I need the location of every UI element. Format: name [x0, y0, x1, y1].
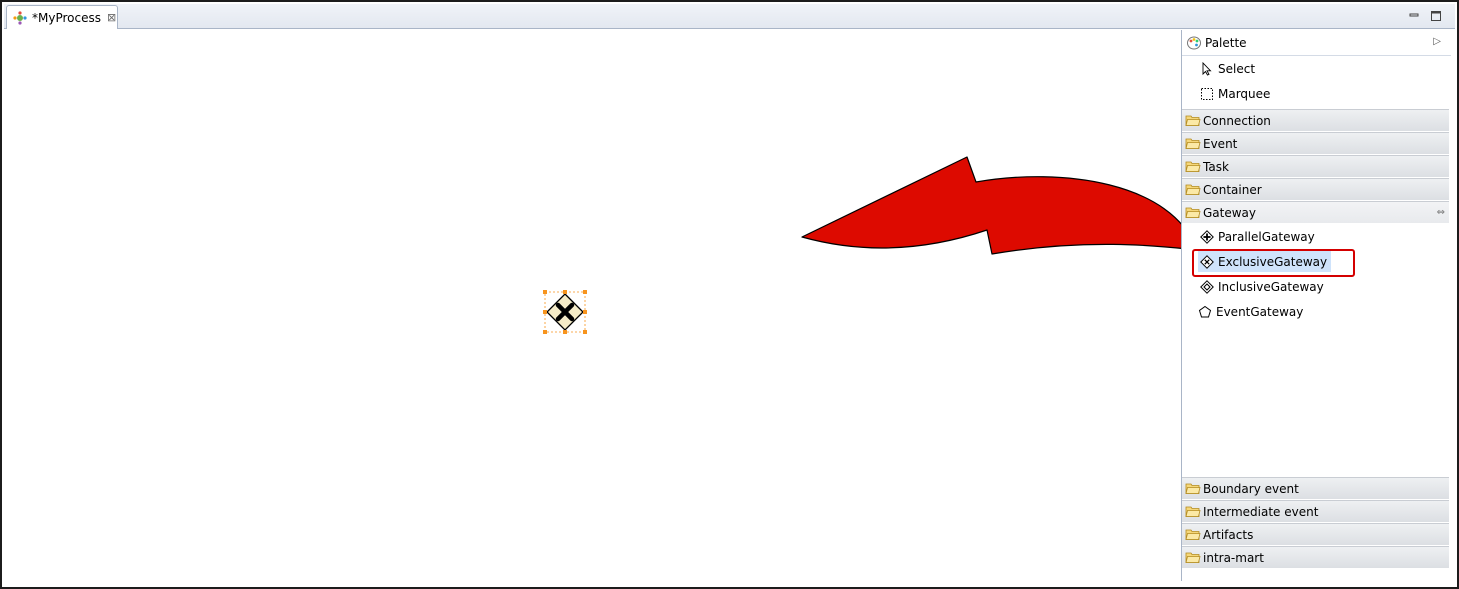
- entry-label: InclusiveGateway: [1218, 279, 1324, 294]
- drawer-gateway[interactable]: Gateway ⇔: [1182, 201, 1449, 224]
- parallel-gateway-icon: [1200, 229, 1214, 244]
- tab-label: *MyProcess: [32, 10, 101, 25]
- folder-icon: [1185, 483, 1201, 494]
- palette-entry-inclusive-gateway[interactable]: InclusiveGateway: [1182, 274, 1451, 299]
- annotation-arrow: [801, 156, 1198, 255]
- diagram-canvas[interactable]: [4, 30, 1180, 585]
- drawer-label: Artifacts: [1203, 527, 1254, 542]
- palette-entry-exclusive-gateway[interactable]: ExclusiveGateway: [1182, 249, 1451, 277]
- drawer-intermediate-event[interactable]: Intermediate event: [1182, 500, 1449, 523]
- close-icon[interactable]: ⊠: [107, 12, 116, 23]
- drawer-event[interactable]: Event: [1182, 132, 1449, 155]
- palette-entry-parallel-gateway[interactable]: ParallelGateway: [1182, 224, 1451, 249]
- palette-entry-event-gateway[interactable]: EventGateway: [1182, 299, 1451, 324]
- drawer-label: Boundary event: [1203, 481, 1299, 496]
- minimize-icon[interactable]: [1407, 9, 1421, 23]
- pin-icon[interactable]: ⇔: [1437, 207, 1445, 218]
- folder-icon: [1185, 184, 1201, 195]
- collapse-palette-icon[interactable]: ▷: [1433, 36, 1441, 47]
- folder-icon: [1185, 529, 1201, 540]
- folder-icon: [1185, 161, 1201, 172]
- tool-select[interactable]: Select: [1182, 56, 1451, 81]
- folder-icon: [1185, 138, 1201, 149]
- drawer-task[interactable]: Task: [1182, 155, 1449, 178]
- palette-title: Palette: [1205, 35, 1247, 50]
- drawer-container[interactable]: Container: [1182, 178, 1449, 201]
- marquee-icon: [1201, 87, 1213, 100]
- pointer-icon: [1202, 61, 1212, 76]
- folder-icon: [1185, 506, 1201, 517]
- highlight-box: [1192, 249, 1355, 277]
- folder-icon: [1185, 552, 1201, 563]
- entry-label: ParallelGateway: [1218, 229, 1315, 244]
- drawer-boundary-event[interactable]: Boundary event: [1182, 477, 1449, 500]
- tool-label: Select: [1218, 61, 1256, 76]
- tool-label: Marquee: [1218, 86, 1271, 101]
- process-icon: [13, 10, 27, 25]
- entry-label: EventGateway: [1216, 304, 1304, 319]
- tab-myprocess[interactable]: *MyProcess ⊠: [6, 5, 118, 29]
- drawer-label: Gateway: [1203, 205, 1257, 220]
- drawer-label: Intermediate event: [1203, 504, 1319, 519]
- drawer-artifacts[interactable]: Artifacts: [1182, 523, 1449, 546]
- inclusive-gateway-icon: [1200, 279, 1214, 294]
- palette-empty-space: [1182, 324, 1451, 477]
- palette-header: Palette ▷: [1182, 30, 1451, 56]
- open-folder-icon: [1185, 207, 1201, 218]
- drawer-label: Event: [1203, 136, 1238, 151]
- exclusive-gateway-shape[interactable]: [542, 289, 588, 335]
- editor-tab-bar: *MyProcess ⊠: [4, 4, 1455, 29]
- palette-panel: Palette ▷ Select Marquee Connection Even…: [1181, 30, 1451, 581]
- drawer-label: Connection: [1203, 113, 1271, 128]
- maximize-icon[interactable]: [1429, 9, 1443, 23]
- folder-icon: [1185, 115, 1201, 126]
- drawer-intra-mart[interactable]: intra-mart: [1182, 546, 1449, 569]
- drawer-label: Task: [1203, 159, 1229, 174]
- drawer-label: Container: [1203, 182, 1262, 197]
- palette-icon: [1187, 36, 1201, 49]
- drawer-label: intra-mart: [1203, 550, 1264, 565]
- event-gateway-icon: [1198, 305, 1212, 317]
- drawer-connection[interactable]: Connection: [1182, 109, 1449, 132]
- tool-marquee[interactable]: Marquee: [1182, 81, 1451, 106]
- editor-window: *MyProcess ⊠ Palette ▷ Select Marquee Co…: [0, 0, 1459, 589]
